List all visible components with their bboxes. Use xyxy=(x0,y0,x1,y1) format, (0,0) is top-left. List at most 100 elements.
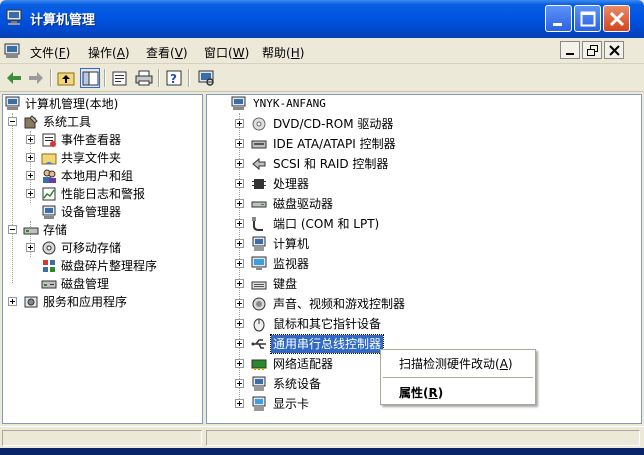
display-adapter-icon xyxy=(251,396,267,412)
tree-node-services-apps[interactable]: 服务和应用程序 xyxy=(3,293,202,311)
computer-icon xyxy=(251,236,267,252)
close-button[interactable] xyxy=(603,5,630,32)
device-category-ports[interactable]: 端口 (COM 和 LPT) xyxy=(207,215,641,233)
svg-text:?: ? xyxy=(170,72,177,86)
device-category-keyboard[interactable]: 键盘 xyxy=(207,275,641,293)
restore-icon xyxy=(587,45,598,56)
users-icon xyxy=(41,168,57,184)
computer-management-icon xyxy=(5,96,21,112)
expand-toggle[interactable] xyxy=(235,399,244,408)
processor-icon xyxy=(251,176,267,192)
device-category-dvd[interactable]: DVD/CD-ROM 驱动器 xyxy=(207,115,641,133)
child-close-button[interactable] xyxy=(604,41,624,59)
collapse-toggle[interactable] xyxy=(8,117,17,126)
expand-toggle[interactable] xyxy=(26,243,35,252)
minimize-icon xyxy=(553,23,562,26)
port-icon xyxy=(251,216,267,232)
print-button[interactable] xyxy=(134,68,154,88)
device-manager-icon xyxy=(41,204,57,220)
expand-toggle[interactable] xyxy=(235,179,244,188)
minimize-button[interactable] xyxy=(545,5,572,32)
up-level-button[interactable] xyxy=(56,68,76,88)
printer-icon xyxy=(135,70,153,86)
expand-toggle[interactable] xyxy=(235,319,244,328)
expand-toggle[interactable] xyxy=(235,159,244,168)
expand-toggle[interactable] xyxy=(235,219,244,228)
tree-node-event-viewer[interactable]: 事件查看器 xyxy=(3,131,202,149)
child-minimize-button[interactable] xyxy=(560,41,580,59)
tree-node-disk-management[interactable]: 磁盘管理 xyxy=(3,275,202,293)
device-category-monitor[interactable]: 监视器 xyxy=(207,255,641,273)
forward-button[interactable] xyxy=(26,68,46,88)
tree-node-local-users[interactable]: 本地用户和组 xyxy=(3,167,202,185)
performance-icon xyxy=(41,186,57,202)
maximize-icon xyxy=(580,11,596,27)
device-category-sound[interactable]: 声音、视频和游戏控制器 xyxy=(207,295,641,313)
child-restore-button[interactable] xyxy=(582,41,602,59)
title-bar[interactable]: 计算机管理 xyxy=(0,0,644,38)
expand-toggle[interactable] xyxy=(235,339,244,348)
properties-button[interactable] xyxy=(110,68,130,88)
storage-icon xyxy=(23,222,39,238)
expand-toggle[interactable] xyxy=(26,153,35,162)
collapse-toggle[interactable] xyxy=(8,225,17,234)
expand-toggle[interactable] xyxy=(235,279,244,288)
maximize-button[interactable] xyxy=(574,5,601,32)
scan-hardware-menu-item[interactable]: 扫描检测硬件改动(A) xyxy=(381,354,535,374)
menu-separator xyxy=(383,377,533,378)
expand-toggle[interactable] xyxy=(235,139,244,148)
menu-action[interactable]: 操作(A) xyxy=(88,44,130,61)
expand-toggle[interactable] xyxy=(235,359,244,368)
network-icon xyxy=(251,356,267,372)
status-bar xyxy=(0,426,644,448)
defrag-icon xyxy=(41,258,57,274)
help-button[interactable]: ? xyxy=(164,68,184,88)
tree-node-root[interactable]: 计算机管理(本地) xyxy=(3,95,202,113)
scan-hardware-button[interactable] xyxy=(196,68,216,88)
menu-view[interactable]: 查看(V) xyxy=(146,44,188,61)
device-category-disk-drive[interactable]: 磁盘驱动器 xyxy=(207,195,641,213)
expand-toggle[interactable] xyxy=(26,171,35,180)
expand-toggle[interactable] xyxy=(235,239,244,248)
tree-node-removable-storage[interactable]: 可移动存储 xyxy=(3,239,202,257)
console-tree-icon xyxy=(82,71,99,86)
tree-node-storage[interactable]: 存储 xyxy=(3,221,202,239)
menu-help[interactable]: 帮助(H) xyxy=(262,44,304,61)
tree-node-shared-folders[interactable]: 共享文件夹 xyxy=(3,149,202,167)
device-category-scsi[interactable]: SCSI 和 RAID 控制器 xyxy=(207,155,641,173)
expand-toggle[interactable] xyxy=(8,297,17,306)
computer-icon xyxy=(231,96,247,112)
menu-file[interactable]: 文件(F) xyxy=(30,44,70,61)
menu-bar: 文件(F) 操作(A) 查看(V) 窗口(W) 帮助(H) xyxy=(0,38,644,64)
device-category-computer[interactable]: 计算机 xyxy=(207,235,641,253)
expand-toggle[interactable] xyxy=(235,299,244,308)
console-tree-pane[interactable]: 计算机管理(本地) 系统工具 事件查看器 共享文件夹 本地用户和组 性能日志和警… xyxy=(2,94,203,424)
expand-toggle[interactable] xyxy=(235,119,244,128)
device-category-ide[interactable]: IDE ATA/ATAPI 控制器 xyxy=(207,135,641,153)
tree-node-defrag[interactable]: 磁盘碎片整理程序 xyxy=(3,257,202,275)
back-arrow-icon xyxy=(7,72,21,84)
tree-node-performance-logs[interactable]: 性能日志和警报 xyxy=(3,185,202,203)
menu-window[interactable]: 窗口(W) xyxy=(204,44,249,61)
expand-toggle[interactable] xyxy=(235,259,244,268)
tree-node-computer-root[interactable]: YNYK-ANFANG xyxy=(207,95,641,113)
mmc-icon[interactable] xyxy=(4,42,22,63)
context-menu: 扫描检测硬件改动(A) 属性(R) xyxy=(380,349,536,405)
show-console-tree-button[interactable] xyxy=(80,68,100,88)
tree-node-system-tools[interactable]: 系统工具 xyxy=(3,113,202,131)
services-icon xyxy=(23,294,39,310)
selected-device-label: 通用串行总线控制器 xyxy=(269,334,385,354)
back-button[interactable] xyxy=(4,68,24,88)
expand-toggle[interactable] xyxy=(235,199,244,208)
ide-controller-icon xyxy=(251,136,267,152)
expand-toggle[interactable] xyxy=(26,135,35,144)
computer-management-icon xyxy=(6,9,24,25)
properties-menu-item[interactable]: 属性(R) xyxy=(381,383,535,403)
mouse-icon xyxy=(251,316,267,332)
device-category-mouse[interactable]: 鼠标和其它指针设备 xyxy=(207,315,641,333)
tree-node-device-manager[interactable]: 设备管理器 xyxy=(3,203,202,221)
expand-toggle[interactable] xyxy=(26,189,35,198)
expand-toggle[interactable] xyxy=(235,379,244,388)
device-category-processor[interactable]: 处理器 xyxy=(207,175,641,193)
disk-drive-icon xyxy=(251,196,267,212)
